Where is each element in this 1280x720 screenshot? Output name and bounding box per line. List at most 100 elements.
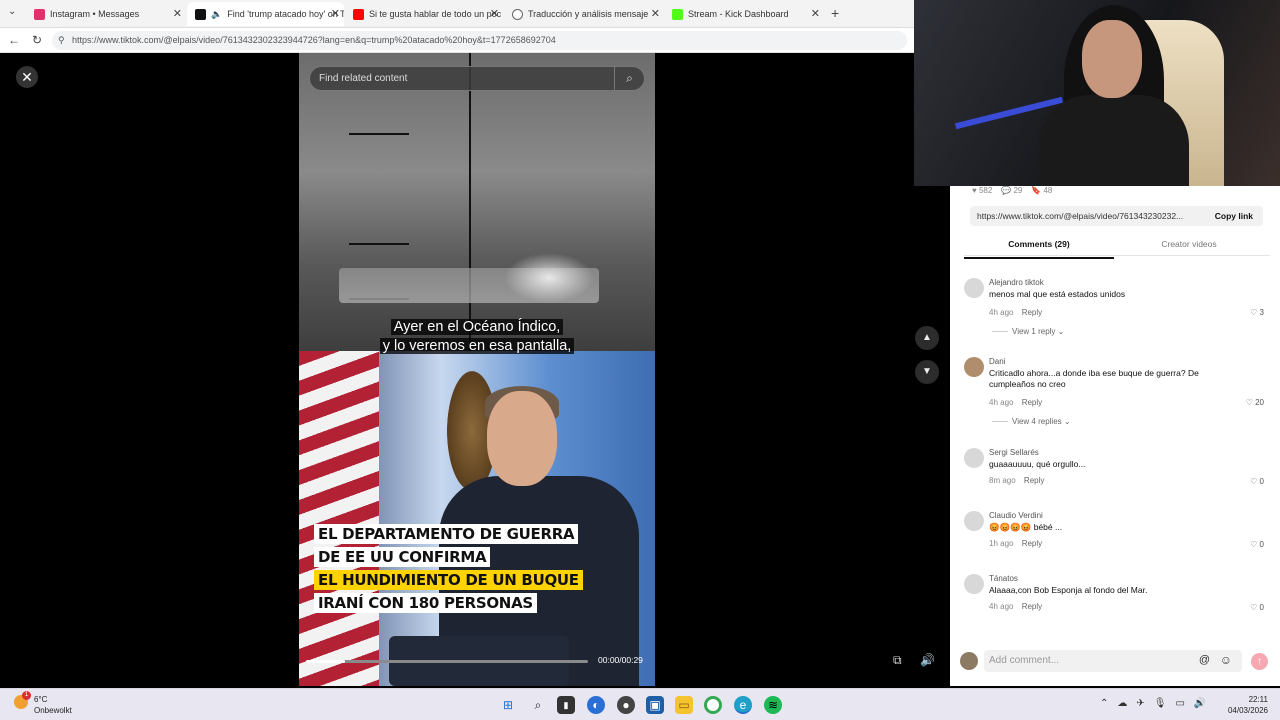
tab-creator-videos[interactable]: Creator videos: [1114, 239, 1264, 249]
share-link-field[interactable]: https://www.tiktok.com/@elpais/video/761…: [970, 206, 1263, 226]
clock-time: 22:11: [1248, 695, 1268, 704]
streamer-face: [1082, 20, 1142, 98]
copilot-icon[interactable]: ◐: [587, 696, 605, 714]
comment-text: menos mal que está estados unidos: [989, 289, 1126, 299]
view-replies-button[interactable]: View 4 replies ⌄: [992, 417, 1071, 426]
address-bar-row: ← ↻ ⚲ https://www.tiktok.com/@elpais/vid…: [0, 28, 914, 53]
volume-icon[interactable]: 🔊: [920, 653, 935, 667]
search-icon[interactable]: ⌕: [529, 696, 547, 714]
subtitle-line: Ayer en el Océano Índico,: [390, 319, 564, 335]
chrome-icon[interactable]: [704, 696, 722, 714]
close-tab-icon[interactable]: ✕: [811, 7, 820, 20]
find-related-search[interactable]: Find related content ⌕: [309, 66, 645, 91]
bookmark-icon[interactable]: 🔖: [1031, 186, 1041, 195]
comment-likes[interactable]: ♡ 0: [1250, 540, 1264, 549]
comment-text: guaaauuuu, qué orgullo...: [989, 459, 1086, 469]
speaker-icon[interactable]: 🔈: [211, 9, 222, 20]
subtitle-line: y lo veremos en esa pantalla,: [379, 338, 575, 354]
comment-author[interactable]: Tánatos: [989, 574, 1018, 583]
avatar[interactable]: [964, 448, 984, 468]
comment-like-count: 3: [1259, 308, 1264, 317]
tab-list-chevron-icon[interactable]: ⌄: [8, 6, 16, 17]
browser-tab-bar: ⌄ Instagram • Messages ✕ 🔈 Find 'trump a…: [0, 0, 914, 28]
notification-badge: 1: [22, 691, 31, 700]
next-video-button[interactable]: ▼: [915, 360, 939, 384]
weather-condition: Onbewolkt: [34, 706, 72, 715]
close-tab-icon[interactable]: ✕: [651, 7, 660, 20]
video-progress-bar[interactable]: [306, 660, 588, 663]
previous-video-button[interactable]: ▲: [915, 326, 939, 350]
reload-icon[interactable]: ↻: [32, 33, 42, 47]
avatar[interactable]: [964, 511, 984, 531]
tab-tiktok[interactable]: 🔈 Find 'trump atacado hoy' on T ✕: [187, 2, 344, 26]
comment-text: Alaaaa,con Bob Esponja al fondo del Mar.: [989, 585, 1148, 595]
comment-meta: 4h ago Reply: [989, 398, 1042, 407]
comment-like-count: 20: [1255, 398, 1264, 407]
progress-fill: [306, 660, 346, 663]
comment-item: Sergi Sellarés guaaauuuu, qué orgullo...…: [964, 448, 1270, 508]
mention-icon[interactable]: @: [1199, 654, 1210, 666]
system-tray[interactable]: ⌃☁✈🎙▭🔊: [1100, 698, 1215, 709]
reply-button[interactable]: Reply: [1022, 308, 1042, 317]
tab-comments[interactable]: Comments (29): [964, 239, 1114, 259]
tab-instagram[interactable]: Instagram • Messages ✕: [26, 2, 186, 26]
reply-button[interactable]: Reply: [1022, 602, 1042, 611]
comment-likes[interactable]: ♡ 3: [1250, 308, 1264, 317]
close-tab-icon[interactable]: ✕: [490, 7, 499, 20]
search-icon[interactable]: ⌕: [614, 67, 644, 90]
clock[interactable]: 22:11 04/03/2026: [1222, 694, 1268, 716]
avatar[interactable]: [964, 574, 984, 594]
reticle-mark: [349, 133, 409, 135]
comment-likes[interactable]: ♡ 0: [1250, 477, 1264, 486]
comment-author[interactable]: Claudio Verdini: [989, 511, 1043, 520]
new-tab-button[interactable]: +: [831, 5, 839, 21]
comment-count: 29: [1013, 186, 1023, 195]
video-player[interactable]: Ayer en el Océano Índico, y lo veremos e…: [299, 53, 655, 686]
close-tab-icon[interactable]: ✕: [173, 7, 182, 20]
comment-time: 4h ago: [989, 602, 1014, 611]
emoji-icon[interactable]: ☺: [1220, 653, 1232, 667]
instagram-icon: [34, 8, 45, 20]
avatar[interactable]: [964, 278, 984, 298]
reply-button[interactable]: Reply: [1024, 476, 1044, 485]
comment-likes[interactable]: ♡ 20: [1246, 398, 1264, 407]
site-info-icon[interactable]: ⚲: [58, 35, 65, 46]
copy-link-button[interactable]: Copy link: [1215, 211, 1253, 221]
file-explorer-icon[interactable]: ▭: [675, 696, 693, 714]
send-button[interactable]: ↑: [1251, 653, 1268, 670]
comment-icon[interactable]: 💬: [1001, 186, 1011, 195]
tiktok-icon: [195, 8, 206, 20]
obs-icon[interactable]: ●: [617, 696, 635, 714]
url-text: https://www.tiktok.com/@elpais/video/761…: [72, 35, 556, 45]
back-arrow-icon[interactable]: ←: [8, 33, 20, 47]
tab-label: Find 'trump atacado hoy' on T: [227, 9, 344, 19]
comment-item: Dani Criticadlo ahora...a donde iba ese …: [964, 357, 1270, 427]
comment-meta: 8m ago Reply: [989, 476, 1044, 485]
spotify-icon[interactable]: ≋: [764, 696, 782, 714]
tab-youtube[interactable]: Si te gusta hablar de todo un poc ✕: [345, 2, 503, 26]
tab-translation[interactable]: Traducción y análisis mensaje ✕: [504, 2, 664, 26]
comment-time: 4h ago: [989, 308, 1014, 317]
tab-kick[interactable]: Stream - Kick Dashboard ✕: [664, 2, 824, 26]
close-tab-icon[interactable]: ✕: [331, 7, 340, 20]
url-field[interactable]: ⚲ https://www.tiktok.com/@elpais/video/7…: [52, 31, 907, 50]
panel-tabs: Comments (29) Creator videos: [964, 234, 1270, 259]
comment-author[interactable]: Sergi Sellarés: [989, 448, 1039, 457]
view-replies-button[interactable]: View 1 reply ⌄: [992, 327, 1064, 336]
heart-icon[interactable]: ♥: [972, 186, 977, 195]
close-viewer-button[interactable]: ✕: [16, 66, 38, 88]
avatar[interactable]: [964, 357, 984, 377]
windows-start-icon[interactable]: ⊞: [499, 696, 517, 714]
picture-in-picture-icon[interactable]: ⧉: [893, 653, 902, 668]
comment-author[interactable]: Dani: [989, 357, 1005, 366]
comment-item: Alejandro tiktok menos mal que está esta…: [964, 278, 1270, 338]
chatgpt-icon: [512, 8, 523, 20]
reply-button[interactable]: Reply: [1022, 398, 1042, 407]
view-replies-label: View 1 reply: [1012, 327, 1056, 336]
comment-author[interactable]: Alejandro tiktok: [989, 278, 1044, 287]
reply-button[interactable]: Reply: [1022, 539, 1042, 548]
edge-icon[interactable]: e: [734, 696, 752, 714]
task-view-icon[interactable]: ▮: [557, 696, 575, 714]
comment-likes[interactable]: ♡ 0: [1250, 603, 1264, 612]
store-icon[interactable]: ▣: [646, 696, 664, 714]
